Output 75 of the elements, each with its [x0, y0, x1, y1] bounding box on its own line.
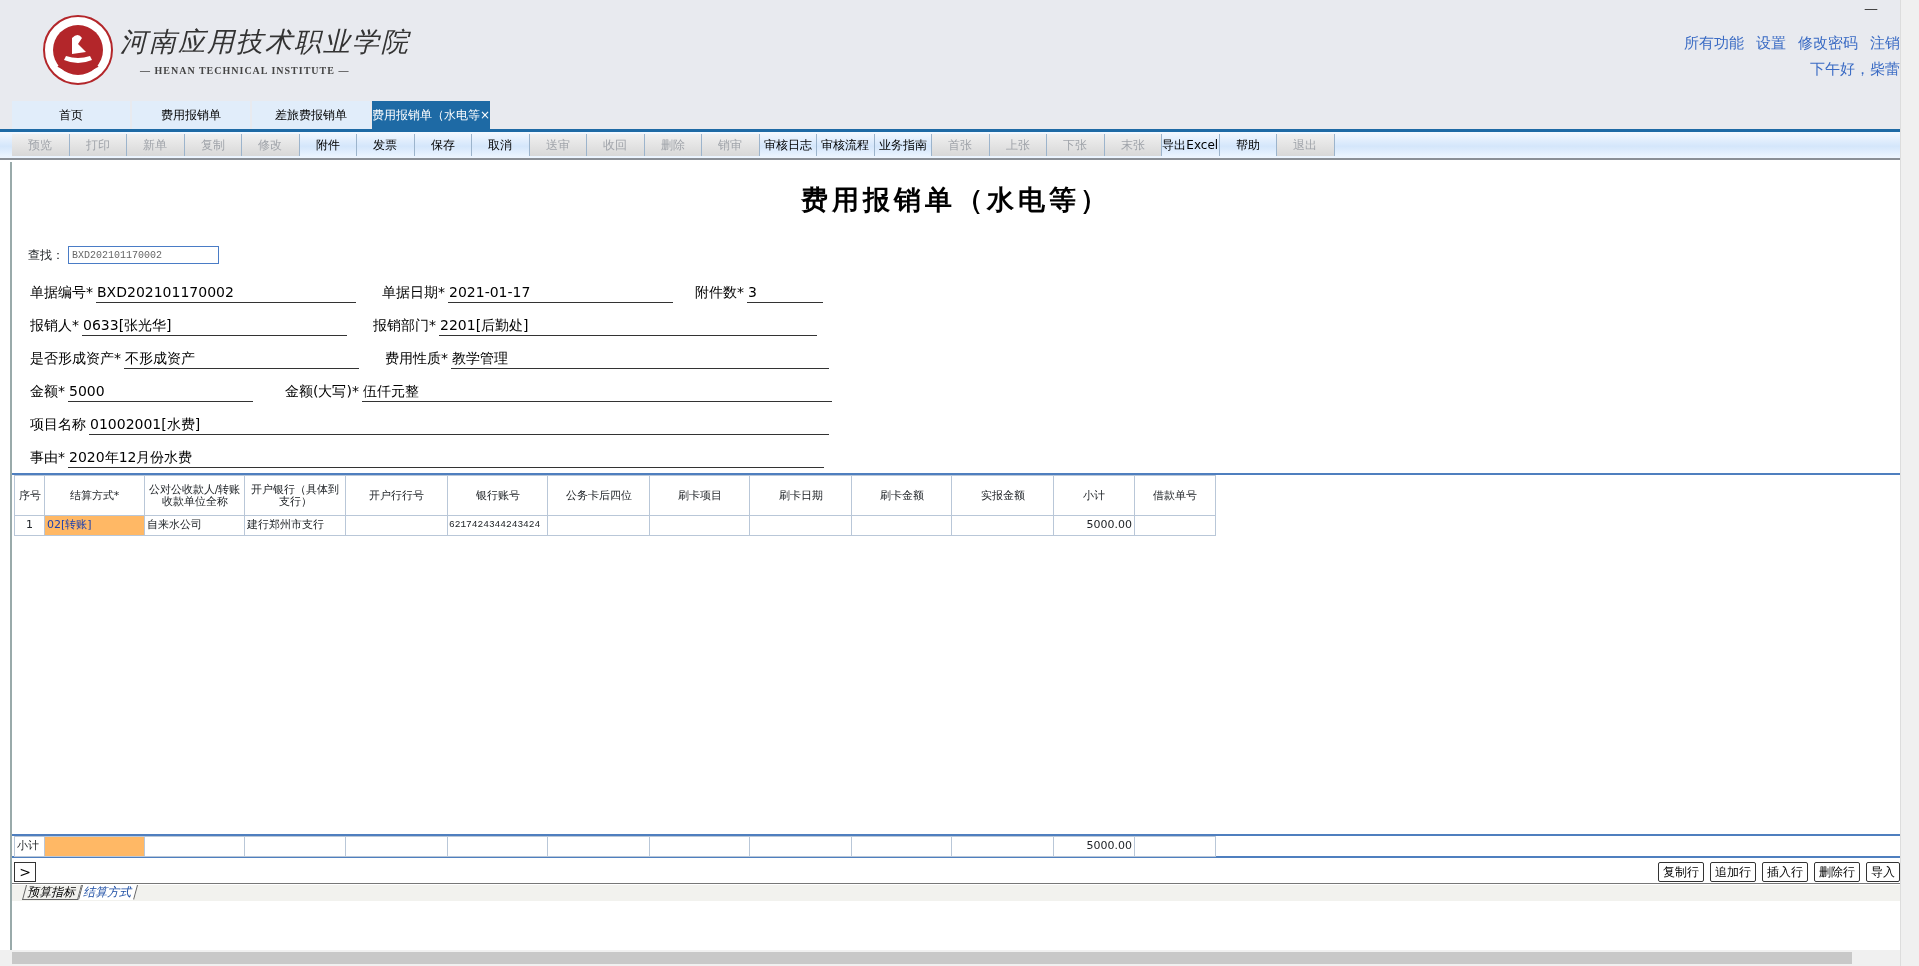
table-cell: 6217424344243424	[447, 515, 548, 536]
toolbar-button[interactable]: 附件	[299, 134, 357, 156]
input-field[interactable]: BXD202101170002	[96, 283, 356, 303]
row-button[interactable]: 追加行	[1710, 861, 1756, 882]
search-field[interactable]: BXD202101170002	[68, 246, 219, 264]
row-button[interactable]: 插入行	[1762, 861, 1808, 882]
close-icon[interactable]: ×	[479, 106, 491, 124]
tab[interactable]: 差旅费报销单	[252, 101, 370, 129]
column-header: 刷卡金额	[851, 475, 952, 516]
tab[interactable]: 费用报销单（水电等×	[372, 101, 490, 129]
input-field[interactable]: 01002001[水费]	[89, 415, 829, 435]
toolbar-button[interactable]: 导出Excel	[1162, 134, 1220, 156]
field-label: 金额(大写)*	[285, 382, 360, 401]
field-label: 报销人*	[30, 316, 80, 335]
table-cell: 建行郑州市支行	[244, 515, 346, 536]
table-cell: 自来水公司	[144, 515, 245, 536]
column-header: 公对公收款人/转账收款单位全称	[144, 475, 245, 516]
column-header: 实报金额	[951, 475, 1054, 516]
input-field[interactable]: 教学管理	[451, 349, 829, 369]
expand-button[interactable]: >	[14, 861, 36, 882]
column-header: 小计	[1053, 475, 1135, 516]
field-label: 事由*	[30, 448, 66, 467]
column-header: 开户银行（具体到支行）	[244, 475, 346, 516]
toolbar-button[interactable]: 审核日志	[759, 134, 817, 156]
nav-link[interactable]: 修改密码	[1798, 32, 1858, 55]
field-label: 是否形成资产*	[30, 349, 122, 368]
sheet-tab[interactable]: 结算方式	[78, 885, 138, 900]
greeting-text: 下午好，柴蕾	[1810, 58, 1900, 80]
field-label: 单据日期*	[382, 283, 446, 302]
tab[interactable]: 费用报销单	[132, 101, 250, 129]
toolbar-button[interactable]: 保存	[414, 134, 472, 156]
input-field[interactable]: 5000	[68, 382, 253, 402]
input-field[interactable]: 2021-01-17	[448, 283, 673, 303]
toolbar-button[interactable]: 发票	[357, 134, 415, 156]
minimize-button[interactable]: —	[1864, 0, 1878, 32]
column-header: 刷卡日期	[749, 475, 852, 516]
table-cell: 5000.00	[1053, 515, 1135, 536]
school-name: 河南应用技术职业学院	[120, 25, 410, 60]
total-label: 小计	[14, 836, 45, 857]
horizontal-scrollbar[interactable]	[0, 950, 1900, 966]
nav-link[interactable]: 设置	[1756, 32, 1786, 55]
input-field[interactable]: 2201[后勤处]	[439, 316, 817, 336]
toolbar-button[interactable]: 取消	[472, 134, 530, 156]
form-title: 费用报销单（水电等）	[800, 183, 1112, 217]
nav-link[interactable]: 注销	[1870, 32, 1900, 55]
field-label: 附件数*	[695, 283, 745, 302]
row-button[interactable]: 删除行	[1814, 861, 1860, 882]
nav-link[interactable]: 所有功能	[1684, 32, 1744, 55]
toolbar-button[interactable]: 审核流程	[817, 134, 875, 156]
input-field[interactable]: 伍仟元整	[361, 382, 832, 402]
search-label: 查找：	[28, 247, 64, 264]
table-cell: 1	[14, 515, 45, 536]
column-header: 借款单号	[1134, 475, 1216, 516]
row-button[interactable]: 导入	[1866, 861, 1900, 882]
input-field[interactable]: 2020年12月份水费	[68, 448, 824, 468]
table-cell: 5000.00	[1053, 836, 1135, 857]
input-field[interactable]: 0633[张光华]	[82, 316, 347, 336]
tab[interactable]: 首页	[12, 101, 130, 129]
field-label: 单据编号*	[30, 283, 94, 302]
field-label: 项目名称	[30, 415, 87, 434]
school-subtitle: — HENAN TECHNICAL INSTITUTE —	[139, 63, 351, 78]
column-header: 序号	[14, 475, 45, 516]
vertical-scrollbar[interactable]	[1900, 0, 1919, 966]
column-header: 结算方式*	[44, 475, 145, 516]
logo-emblem-icon	[42, 14, 114, 86]
column-header: 银行账号	[447, 475, 548, 516]
input-field[interactable]: 3	[747, 283, 823, 303]
field-label: 金额*	[30, 382, 66, 401]
field-label: 报销部门*	[373, 316, 437, 335]
column-header: 刷卡项目	[649, 475, 750, 516]
input-field[interactable]: 不形成资产	[124, 349, 359, 369]
field-label: 费用性质*	[385, 349, 449, 368]
column-header: 开户行行号	[345, 475, 448, 516]
row-button[interactable]: 复制行	[1658, 861, 1704, 882]
column-header: 公务卡后四位	[547, 475, 650, 516]
